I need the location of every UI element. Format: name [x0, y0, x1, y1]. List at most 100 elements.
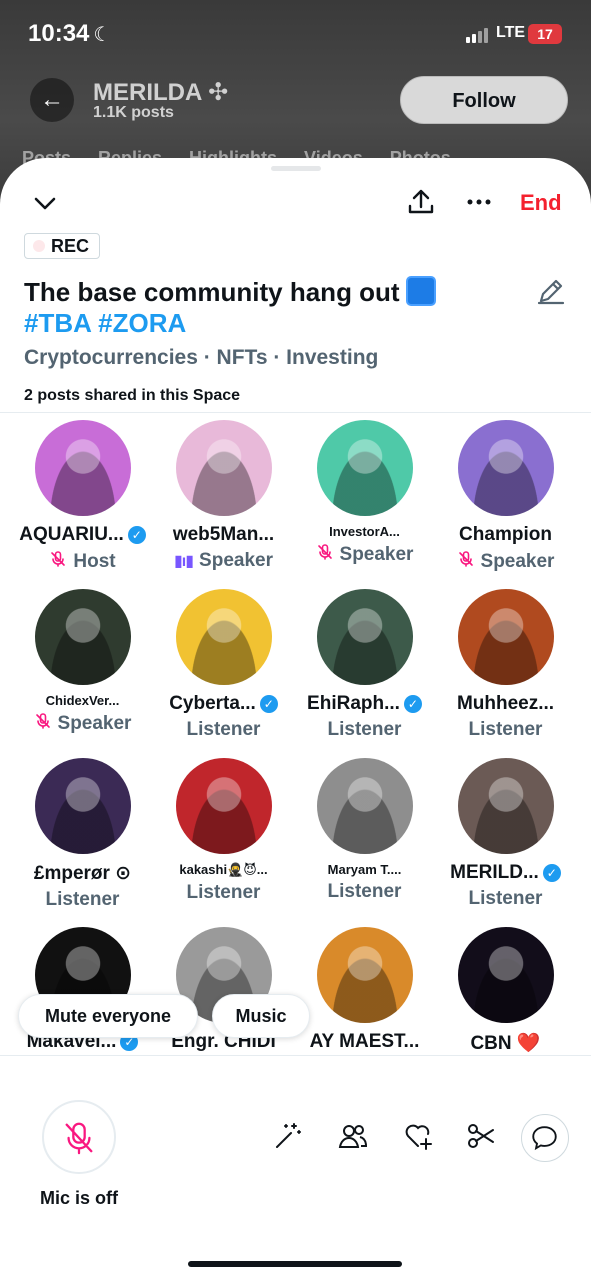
speaking-wave-icon: ▮ı▮ — [173, 553, 194, 570]
avatar[interactable] — [34, 420, 131, 516]
participant-name-row: Champion — [435, 524, 576, 546]
participant-role-row: Listener — [153, 882, 294, 904]
participant[interactable]: kakashi🥷😈... Listener — [153, 758, 294, 904]
mic-off-icon — [34, 712, 52, 735]
participant-name-row: kakashi🥷😈... — [153, 862, 294, 878]
participant-name: MERILD... — [450, 862, 539, 883]
scissors-icon[interactable] — [465, 1120, 497, 1152]
participant[interactable]: Muhheez... Listener — [435, 589, 576, 741]
participant-name: EhiRaph... — [307, 693, 400, 714]
participant-name: Cyberta... — [169, 693, 256, 714]
recording-badge: REC — [24, 233, 101, 259]
participant[interactable]: AY MAEST... — [294, 927, 435, 1053]
participant[interactable]: Champion Speaker — [435, 420, 576, 573]
magic-wand-icon[interactable] — [272, 1120, 304, 1152]
participant-name: AQUARIU... — [19, 524, 124, 545]
participant-role: Speaker — [199, 550, 273, 571]
participant[interactable]: InvestorA... Speaker — [294, 420, 435, 566]
participant-name: InvestorA... — [329, 524, 400, 539]
rec-label: REC — [51, 236, 90, 256]
participant[interactable]: CBN ❤️ — [435, 927, 576, 1055]
participant-name: kakashi🥷😈... — [179, 862, 268, 877]
participant-role-row: ▮ı▮ Speaker — [153, 550, 294, 572]
chevron-down-icon[interactable] — [30, 188, 60, 218]
space-hashtags[interactable]: #TBA #ZORA — [24, 308, 186, 339]
people-icon[interactable] — [337, 1120, 369, 1152]
chat-button[interactable] — [521, 1114, 569, 1162]
mic-toggle-button[interactable] — [42, 1100, 116, 1174]
avatar[interactable] — [175, 420, 272, 516]
avatar[interactable] — [457, 420, 554, 516]
participant-name: web5Man... — [172, 524, 275, 545]
avatar[interactable] — [457, 758, 554, 854]
participant-name: CBN ❤️ — [470, 1033, 541, 1054]
space-title: The base community hang out — [24, 276, 436, 308]
end-space-button[interactable]: End — [520, 190, 562, 216]
battery-indicator: 17 — [528, 24, 562, 44]
avatar[interactable] — [316, 927, 413, 1023]
avatar[interactable] — [175, 758, 272, 854]
avatar[interactable] — [316, 589, 413, 685]
participant[interactable]: web5Man... ▮ı▮ Speaker — [153, 420, 294, 572]
avatar[interactable] — [316, 420, 413, 516]
participant[interactable]: AQUARIU... ✓ Host — [12, 420, 153, 573]
divider — [0, 412, 591, 413]
participant-role: Speaker — [480, 550, 555, 572]
participant[interactable]: £mperør ⊙ Listener — [12, 758, 153, 911]
share-icon[interactable] — [406, 187, 436, 217]
follow-button[interactable]: Follow — [400, 76, 568, 124]
participant-role-row: Listener — [435, 719, 576, 741]
moon-icon: ☾ — [93, 24, 112, 46]
avatar[interactable] — [175, 589, 272, 685]
verified-badge-icon: ✓ — [403, 695, 422, 713]
back-arrow-icon[interactable]: ← — [30, 78, 74, 122]
participant-role: Listener — [327, 719, 402, 740]
participant-name-row: AY MAEST... — [294, 1031, 435, 1053]
participant-name: ChidexVer... — [45, 693, 120, 708]
participant[interactable]: MERILD... ✓ Listener — [435, 758, 576, 910]
home-indicator[interactable] — [188, 1261, 402, 1267]
chat-bubble-icon — [532, 1126, 557, 1151]
divider — [0, 1055, 591, 1056]
participant-role-row: Listener — [153, 719, 294, 741]
participant[interactable]: Cyberta... ✓ Listener — [153, 589, 294, 741]
mute-everyone-button[interactable]: Mute everyone — [18, 994, 198, 1038]
participant-name-row: CBN ❤️ — [435, 1031, 576, 1055]
participant-name: AY MAEST... — [309, 1031, 420, 1052]
edit-pencil-icon[interactable] — [536, 276, 566, 306]
participant-role-row: Listener — [435, 888, 576, 910]
avatar[interactable] — [316, 758, 413, 854]
mic-off-icon — [457, 550, 475, 573]
blue-square-icon — [405, 276, 436, 306]
participant-name-row: £mperør ⊙ — [12, 862, 153, 885]
avatar[interactable] — [457, 589, 554, 685]
profile-name: MERILDA ✣ — [93, 79, 229, 106]
profile-posts-count: 1.1K posts — [93, 104, 174, 121]
avatar[interactable] — [457, 927, 554, 1023]
participant-name-row: InvestorA... — [294, 524, 435, 539]
participant-role-row: Speaker — [294, 543, 435, 566]
avatar[interactable] — [34, 758, 131, 854]
shared-posts-link[interactable]: 2 posts shared in this Space — [24, 387, 240, 405]
participant-role: Speaker — [57, 712, 132, 734]
music-button[interactable]: Music — [212, 994, 310, 1038]
participant-role-row: Listener — [294, 881, 435, 903]
participant[interactable]: EhiRaph... ✓ Listener — [294, 589, 435, 741]
participant-role: Listener — [327, 881, 402, 902]
participant-role-row: Speaker — [12, 712, 153, 735]
sheet-grabber[interactable] — [271, 166, 321, 171]
participant-name-row: Muhheez... — [435, 693, 576, 715]
participant-role-row: Listener — [294, 719, 435, 741]
participant-name: Champion — [459, 524, 552, 545]
participant-role: Listener — [468, 719, 543, 740]
participant[interactable]: ChidexVer... Speaker — [12, 589, 153, 735]
more-icon[interactable] — [464, 187, 494, 217]
participant-role-row: Host — [12, 550, 153, 573]
status-time: 10:34 ☾ — [28, 20, 112, 47]
avatar[interactable] — [34, 589, 131, 685]
network-label: LTE — [496, 24, 526, 41]
participant[interactable]: Maryam T.... Listener — [294, 758, 435, 903]
mic-off-icon — [65, 1122, 93, 1155]
participant-role: Host — [73, 550, 116, 572]
heart-plus-icon[interactable] — [402, 1120, 434, 1152]
